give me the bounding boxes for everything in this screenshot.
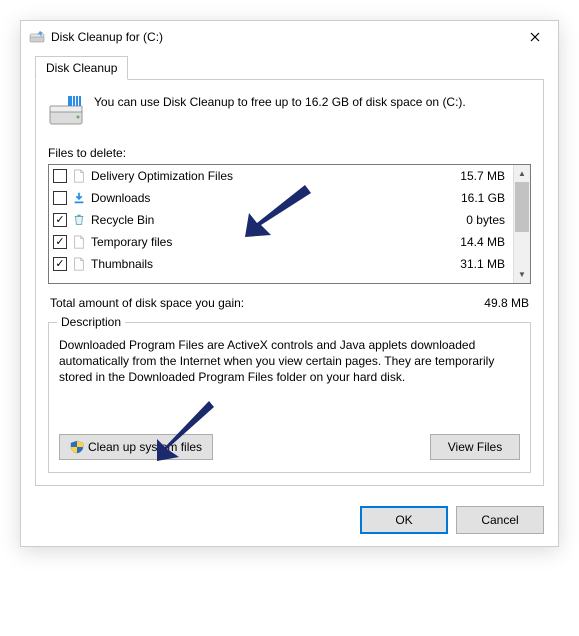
download-icon xyxy=(71,190,87,206)
list-item[interactable]: Downloads 16.1 GB xyxy=(49,187,513,209)
item-size: 0 bytes xyxy=(447,213,507,227)
intro-row: You can use Disk Cleanup to free up to 1… xyxy=(48,94,531,130)
item-name: Thumbnails xyxy=(91,257,443,271)
dialog-body: Disk Cleanup You can use Disk Cleanup to… xyxy=(21,55,558,494)
checkbox[interactable]: ✓ xyxy=(53,257,67,271)
item-name: Recycle Bin xyxy=(91,213,443,227)
titlebar: Disk Cleanup for (C:) xyxy=(21,21,558,53)
file-icon xyxy=(71,234,87,250)
file-icon xyxy=(71,168,87,184)
total-label: Total amount of disk space you gain: xyxy=(50,296,244,310)
tab-strip: Disk Cleanup xyxy=(35,55,544,80)
checkbox[interactable] xyxy=(53,169,67,183)
total-value: 49.8 MB xyxy=(484,296,529,310)
description-group: Description Downloaded Program Files are… xyxy=(48,322,531,473)
window-title: Disk Cleanup for (C:) xyxy=(51,30,520,44)
ok-button[interactable]: OK xyxy=(360,506,448,534)
scroll-track[interactable] xyxy=(514,182,530,266)
drive-icon xyxy=(48,94,84,130)
list-item[interactable]: ✓ Thumbnails 31.1 MB xyxy=(49,253,513,275)
view-files-label: View Files xyxy=(448,440,502,454)
clean-system-files-button[interactable]: Clean up system files xyxy=(59,434,213,460)
list-item[interactable]: Delivery Optimization Files 15.7 MB xyxy=(49,165,513,187)
scroll-up-button[interactable]: ▲ xyxy=(514,165,530,182)
file-list: Delivery Optimization Files 15.7 MB Down… xyxy=(48,164,531,284)
item-name: Delivery Optimization Files xyxy=(91,169,443,183)
scroll-down-button[interactable]: ▼ xyxy=(514,266,530,283)
description-buttons: Clean up system files View Files xyxy=(59,434,520,460)
close-button[interactable] xyxy=(520,23,550,51)
tab-disk-cleanup[interactable]: Disk Cleanup xyxy=(35,56,128,80)
dialog-footer: OK Cancel xyxy=(21,494,558,546)
cancel-label: Cancel xyxy=(481,513,518,527)
disk-cleanup-window: Disk Cleanup for (C:) Disk Cleanup xyxy=(20,20,559,547)
description-label: Description xyxy=(57,315,125,329)
ok-label: OK xyxy=(395,513,412,527)
description-text: Downloaded Program Files are ActiveX con… xyxy=(59,337,520,386)
clean-system-files-label: Clean up system files xyxy=(88,440,202,454)
recycle-bin-icon xyxy=(71,212,87,228)
view-files-button[interactable]: View Files xyxy=(430,434,520,460)
item-name: Temporary files xyxy=(91,235,443,249)
tab-content: You can use Disk Cleanup to free up to 1… xyxy=(35,80,544,486)
list-item[interactable]: ✓ Recycle Bin 0 bytes xyxy=(49,209,513,231)
file-icon xyxy=(71,256,87,272)
file-list-rows: Delivery Optimization Files 15.7 MB Down… xyxy=(49,165,513,283)
close-icon xyxy=(530,32,540,42)
checkbox[interactable]: ✓ xyxy=(53,235,67,249)
item-size: 31.1 MB xyxy=(447,257,507,271)
uac-shield-icon xyxy=(70,440,84,454)
item-size: 14.4 MB xyxy=(447,235,507,249)
intro-text: You can use Disk Cleanup to free up to 1… xyxy=(94,94,466,130)
item-name: Downloads xyxy=(91,191,443,205)
list-item[interactable]: ✓ Temporary files 14.4 MB xyxy=(49,231,513,253)
scroll-thumb[interactable] xyxy=(515,182,529,232)
checkbox[interactable] xyxy=(53,191,67,205)
cancel-button[interactable]: Cancel xyxy=(456,506,544,534)
checkbox[interactable]: ✓ xyxy=(53,213,67,227)
disk-cleanup-icon xyxy=(29,29,45,45)
item-size: 16.1 GB xyxy=(447,191,507,205)
scrollbar[interactable]: ▲ ▼ xyxy=(513,165,530,283)
files-to-delete-label: Files to delete: xyxy=(48,146,531,160)
item-size: 15.7 MB xyxy=(447,169,507,183)
